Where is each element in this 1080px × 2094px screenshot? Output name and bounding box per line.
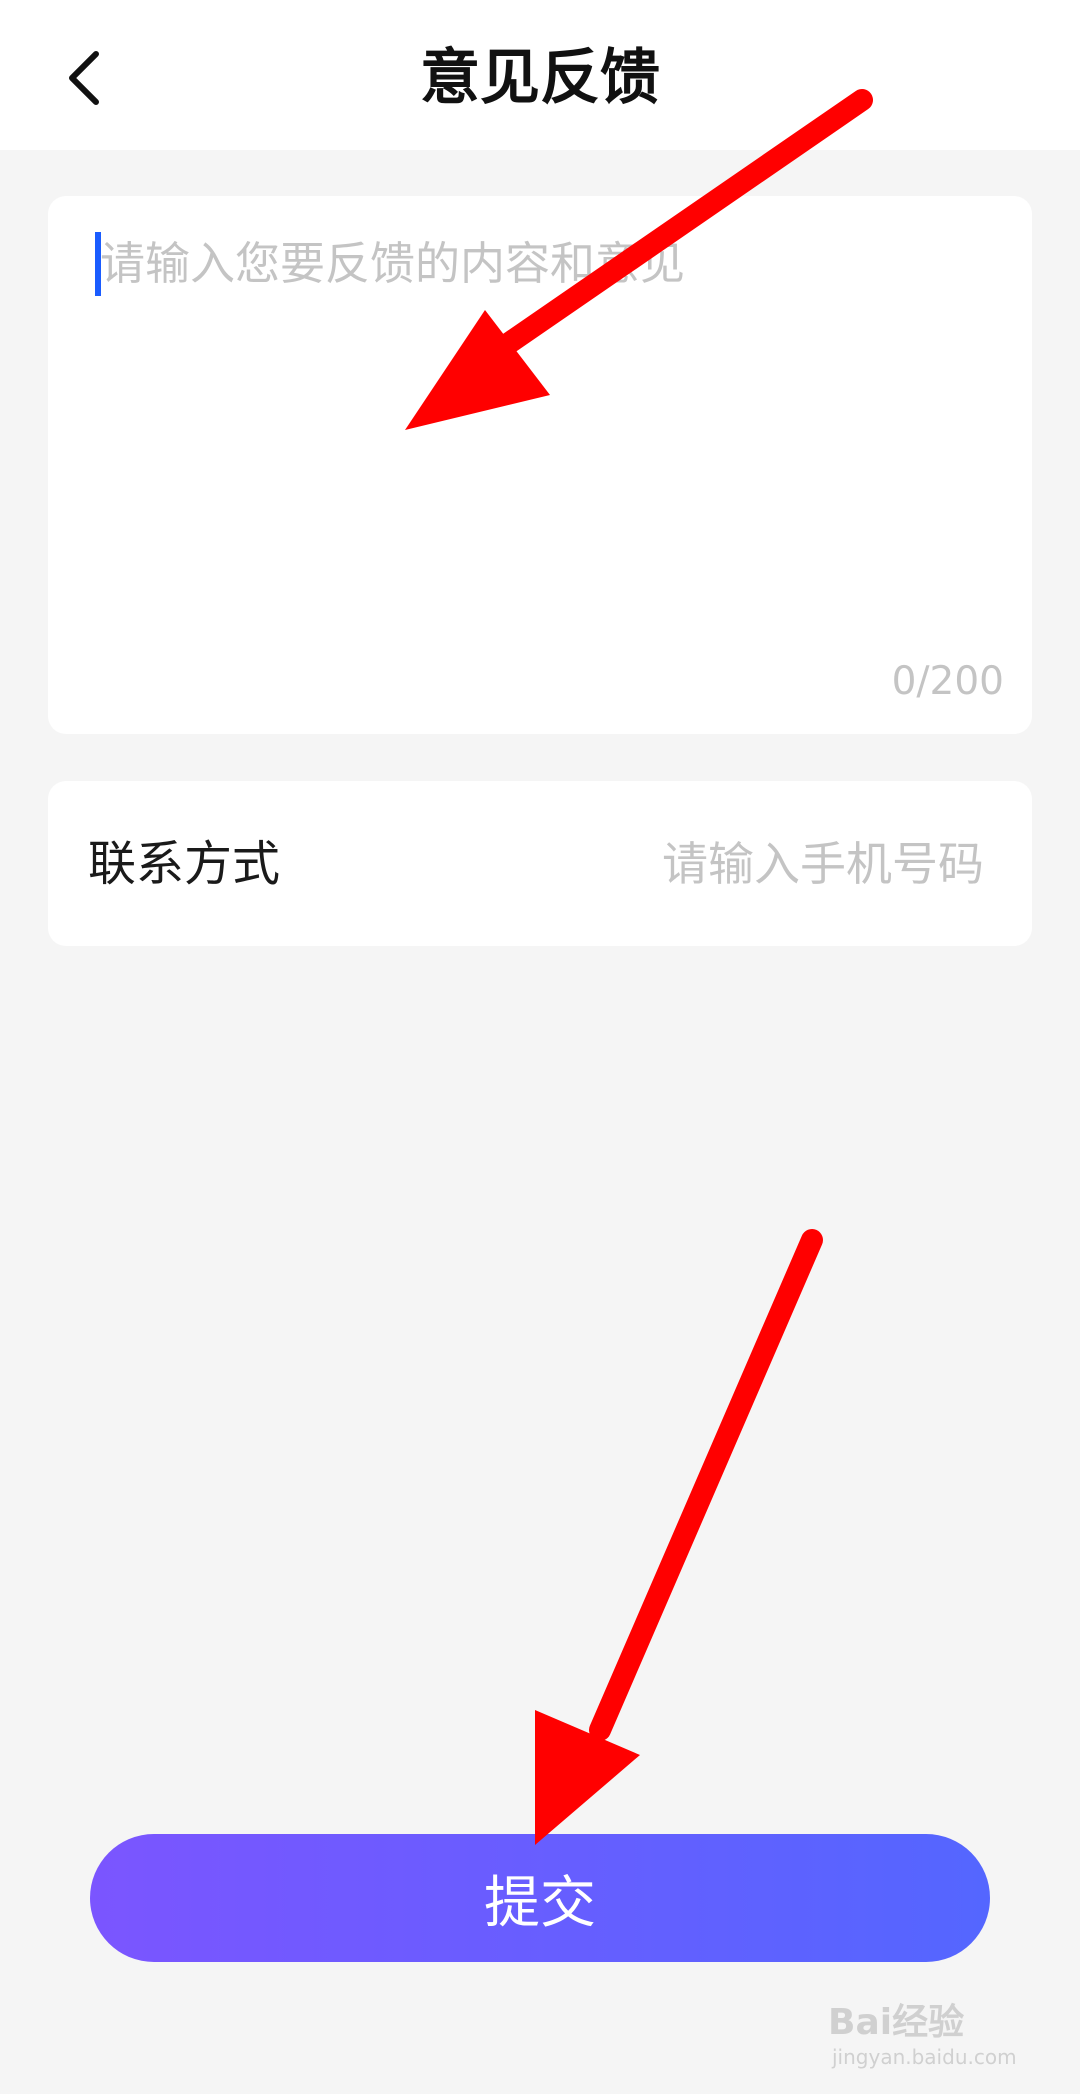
submit-label: 提交	[484, 1870, 596, 1936]
watermark: Bai经验 jingyan.baidu.com	[820, 1975, 1060, 2075]
annotation-arrow-bottom	[535, 1229, 823, 1845]
page-title: 意见反馈	[420, 43, 660, 113]
top-bar: 意见反馈	[0, 0, 1080, 150]
submit-button[interactable]: 提交	[90, 1834, 990, 1962]
feedback-textarea[interactable]: 请输入您要反馈的内容和意见	[100, 228, 990, 300]
watermark-logo: Bai经验	[828, 2002, 965, 2043]
watermark-url: jingyan.baidu.com	[832, 2045, 1017, 2069]
character-counter: 0/200	[891, 659, 1004, 704]
contact-label: 联系方式	[88, 836, 281, 892]
feedback-card: 请输入您要反馈的内容和意见 0/200	[48, 196, 1032, 734]
phone-input[interactable]: 请输入手机号码	[662, 831, 984, 897]
contact-card: 联系方式 请输入手机号码	[48, 781, 1032, 946]
